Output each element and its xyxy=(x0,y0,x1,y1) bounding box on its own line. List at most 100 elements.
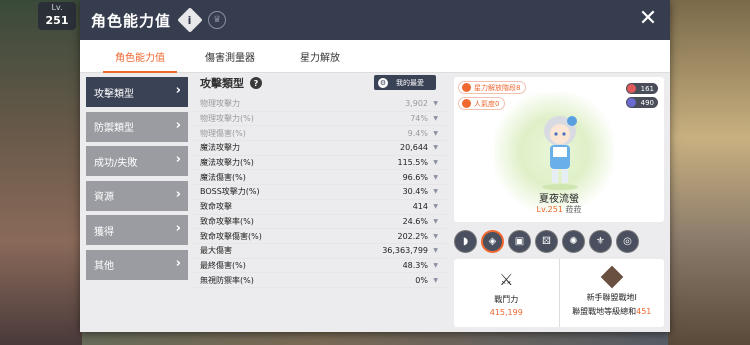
stat-label: BOSS攻擊力(%) xyxy=(200,187,260,197)
summary-cards: ⚔ 戰鬥力 415,199 新手聯盟戰地Ⅰ 聯盟戰地等級總和451 xyxy=(454,259,664,327)
stat-row[interactable]: 無視防禦率(%) 0% ▼ xyxy=(194,273,446,288)
sidebar-item-gain[interactable]: 獲得 › xyxy=(86,215,188,245)
dice-icon[interactable]: ⚄ xyxy=(535,230,558,253)
hud-level-value: 251 xyxy=(45,14,69,27)
chevron-down-icon[interactable]: ▼ xyxy=(433,144,438,151)
helmet-icon[interactable]: ◗ xyxy=(454,230,477,253)
tab-star-force[interactable]: 星力解放 xyxy=(275,40,365,73)
union-emblem-icon xyxy=(600,265,624,289)
chevron-down-icon[interactable]: ▼ xyxy=(433,233,438,240)
sidebar-item-success-fail[interactable]: 成功/失敗 › xyxy=(86,146,188,176)
tab-bar: 角色能力值 傷害測量器 星力解放 xyxy=(80,40,670,73)
stat-label: 魔法攻擊力(%) xyxy=(200,158,254,168)
stats-panel: 攻擊類型 ? ⚙ 我的最愛 物理攻擊力 3,902 ▼ 物理攻擊力(%) 74% ▼ 物理傷… xyxy=(194,73,446,332)
character-subline: Lv.251 菈菈 xyxy=(454,204,664,215)
stat-label: 魔法傷害(%) xyxy=(200,172,246,182)
red-emblem-icon xyxy=(627,84,636,93)
character-job: 菈菈 xyxy=(565,205,582,214)
popularity-badge[interactable]: 人氣度0 xyxy=(458,97,506,110)
stat-row[interactable]: 物理攻擊力 3,902 ▼ xyxy=(194,97,446,112)
stat-row[interactable]: 最終傷害(%) 48.3% ▼ xyxy=(194,259,446,274)
stat-row[interactable]: 最大傷害 36,363,799 ▼ xyxy=(194,244,446,259)
sidebar-item-defense[interactable]: 防禦類型 › xyxy=(86,111,188,142)
stat-row[interactable]: BOSS攻擊力(%) 30.4% ▼ xyxy=(194,185,446,200)
star-force-label: 星力解放階段8 xyxy=(474,83,521,92)
target-icon[interactable]: ◎ xyxy=(616,230,639,253)
flame-icon[interactable]: ✺ xyxy=(562,230,585,253)
combat-power-card[interactable]: ⚔ 戰鬥力 415,199 xyxy=(454,259,559,327)
chevron-down-icon[interactable]: ▼ xyxy=(433,203,438,210)
game-right-scene xyxy=(668,0,750,345)
crown-icon[interactable]: ♛ xyxy=(208,11,227,29)
union-card[interactable]: 新手聯盟戰地Ⅰ 聯盟戰地等級總和451 xyxy=(558,259,665,327)
info-icon[interactable]: i xyxy=(177,7,203,33)
star-icon xyxy=(462,83,471,92)
chevron-down-icon[interactable]: ▼ xyxy=(433,100,438,107)
tab-damage-meter[interactable]: 傷害測量器 xyxy=(185,40,275,73)
tab-character-stats[interactable]: 角色能力值 xyxy=(95,40,185,73)
chevron-right-icon: › xyxy=(175,152,181,167)
blue-emblem-icon xyxy=(627,98,636,107)
count-badge-blue[interactable]: 490 xyxy=(626,97,658,108)
chevron-down-icon[interactable]: ▼ xyxy=(433,277,438,284)
star-force-badge[interactable]: 星力解放階段8 xyxy=(458,81,527,94)
chevron-down-icon[interactable]: ▼ xyxy=(433,188,438,195)
stat-label: 致命攻擊傷害(%) xyxy=(200,231,262,241)
sidebar-item-label: 防禦類型 xyxy=(94,123,134,134)
gear-icon: ⚙ xyxy=(378,77,388,88)
character-name: 夏夜流螢 xyxy=(539,194,579,205)
help-icon[interactable]: ? xyxy=(250,77,262,89)
heart-icon xyxy=(462,99,471,108)
count-badge-red[interactable]: 161 xyxy=(626,83,658,94)
stat-row[interactable]: 致命攻擊 414 ▼ xyxy=(194,200,446,215)
stat-row[interactable]: 物理傷害(%) 9.4% ▼ xyxy=(194,126,446,142)
stat-row[interactable]: 魔法攻擊力 20,644 ▼ xyxy=(194,141,446,156)
sidebar-item-label: 成功/失敗 xyxy=(94,157,138,169)
sidebar-item-other[interactable]: 其他 › xyxy=(86,249,188,280)
chevron-down-icon[interactable]: ▼ xyxy=(433,218,438,225)
sidebar-item-attack[interactable]: 攻擊類型 › xyxy=(86,77,188,107)
character-card: 星力解放階段8 人氣度0 161 490 夏夜流螢 Lv.251 菈菈 xyxy=(454,77,664,222)
sidebar-item-label: 攻擊類型 xyxy=(94,88,134,100)
chevron-down-icon[interactable]: ▼ xyxy=(433,262,438,269)
chevron-down-icon[interactable]: ▼ xyxy=(433,159,438,166)
union-level-total: 451 xyxy=(636,307,652,316)
chevron-down-icon[interactable]: ▼ xyxy=(433,115,438,122)
character-level: Lv.251 xyxy=(536,205,563,214)
stat-label: 最終傷害(%) xyxy=(200,260,246,270)
chevron-down-icon[interactable]: ▼ xyxy=(433,130,438,137)
combat-power-value: 415,199 xyxy=(489,307,523,317)
sidebar-item-resource[interactable]: 資源 › xyxy=(86,180,188,211)
favorite-button[interactable]: ⚙ 我的最愛 xyxy=(374,75,436,90)
stats-dialog: 角色能力值 i ♛ ✕ 角色能力值 傷害測量器 星力解放 攻擊類型 › 防禦類型 ›… xyxy=(80,0,670,332)
chevron-down-icon[interactable]: ▼ xyxy=(433,174,438,181)
chevron-down-icon[interactable]: ▼ xyxy=(433,247,438,254)
stat-label: 無視防禦率(%) xyxy=(200,275,254,285)
stat-row[interactable]: 致命攻擊傷害(%) 202.2% ▼ xyxy=(194,229,446,244)
category-sidebar: 攻擊類型 › 防禦類型 › 成功/失敗 › 資源 › 獲得 › 其他 › xyxy=(86,77,188,284)
hud-level-label: Lv. xyxy=(51,3,63,12)
stat-label: 最大傷害 xyxy=(200,246,232,256)
popularity-label: 人氣度0 xyxy=(474,99,500,108)
character-panel: 星力解放階段8 人氣度0 161 490 夏夜流螢 Lv.251 菈菈 ◗ ◈ … xyxy=(454,77,664,327)
cube-icon[interactable]: ▣ xyxy=(508,230,531,253)
stat-row[interactable]: 致命攻擊率(%) 24.6% ▼ xyxy=(194,215,446,230)
stat-label: 致命攻擊率(%) xyxy=(200,216,254,226)
union-subline: 聯盟戰地等級總和451 xyxy=(572,306,651,317)
sidebar-item-label: 資源 xyxy=(94,192,114,203)
stat-row[interactable]: 魔法攻擊力(%) 115.5% ▼ xyxy=(194,156,446,171)
character-avatar xyxy=(542,116,578,190)
shield-icon[interactable]: ◈ xyxy=(481,230,504,253)
stat-label: 物理攻擊力(%) xyxy=(200,114,254,124)
stat-row[interactable]: 物理攻擊力(%) 74% ▼ xyxy=(194,112,446,127)
stat-label: 致命攻擊 xyxy=(200,202,232,212)
game-left-scene xyxy=(0,0,82,345)
sidebar-item-label: 獲得 xyxy=(94,226,114,238)
lily-icon[interactable]: ⚜ xyxy=(589,230,612,253)
chevron-right-icon: › xyxy=(175,117,181,133)
stats-header: 攻擊類型 ? ⚙ 我的最愛 xyxy=(194,73,446,93)
close-button[interactable]: ✕ xyxy=(636,8,660,32)
stat-row[interactable]: 魔法傷害(%) 96.6% ▼ xyxy=(194,170,446,186)
chevron-right-icon: › xyxy=(175,83,181,98)
dialog-body: 攻擊類型 › 防禦類型 › 成功/失敗 › 資源 › 獲得 › 其他 › 攻擊類型 ? ⚙ … xyxy=(80,73,670,332)
